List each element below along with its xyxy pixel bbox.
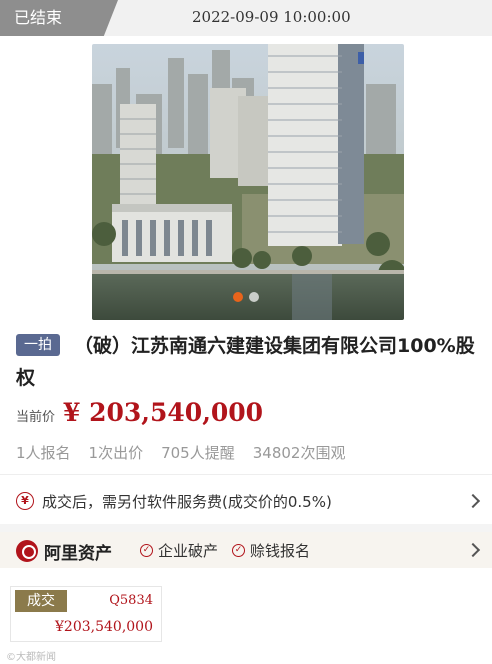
listing-title-block: 一拍 （破）江苏南通六建建设集团有限公司100%股权 <box>16 330 478 394</box>
deal-status-tag: 成交 <box>15 590 67 612</box>
tag-label: 企业破产 <box>158 542 219 560</box>
carousel-dot-2[interactable] <box>249 292 259 302</box>
check-circle-icon: ✓ <box>140 544 153 557</box>
service-fee-notice[interactable]: ¥ 成交后，需另付软件服务费(成交价的0.5%) <box>0 486 492 518</box>
current-price-row: 当前价 ¥ 203,540,000 <box>16 398 263 432</box>
chevron-right-icon <box>465 493 481 509</box>
divider <box>0 474 492 475</box>
end-time: 2022-09-09 10:00:00 <box>192 8 351 26</box>
watermark: ©大都新闻 <box>6 652 56 663</box>
ended-status-tag: 已结束 <box>0 0 118 36</box>
tag-enterprise-bankruptcy: ✓ 企业破产 <box>140 540 218 561</box>
stat-views: 34802次围观 <box>252 444 346 462</box>
property-photo-image <box>92 44 404 320</box>
platform-name: 阿里资产 <box>44 544 112 564</box>
status-bar: 已结束 2022-09-09 10:00:00 <box>0 0 492 36</box>
price-label: 当前价 <box>16 410 56 425</box>
service-fee-text: 成交后，需另付软件服务费(成交价的0.5%) <box>42 493 332 511</box>
tag-label: 赊钱报名 <box>250 542 311 560</box>
auction-stats: 1人报名 1次出价 705人提醒 34802次围观 <box>16 442 345 463</box>
auction-round-badge: 一拍 <box>16 334 60 356</box>
listing-title: （破）江苏南通六建建设集团有限公司100%股权 <box>16 335 475 389</box>
alibaba-assets-logo-icon <box>16 540 38 562</box>
deal-price: ¥203,540,000 <box>55 619 153 635</box>
stat-registrations: 1人报名 <box>16 444 71 462</box>
tag-credit-registration: ✓ 赊钱报名 <box>232 540 310 561</box>
yen-icon: ¥ <box>16 492 34 510</box>
deal-record-card[interactable]: 成交 Q5834 ¥203,540,000 <box>10 586 162 642</box>
platform-row[interactable]: 阿里资产 ✓ 企业破产 ✓ 赊钱报名 <box>0 532 492 568</box>
check-circle-icon: ✓ <box>232 544 245 557</box>
bidder-code: Q5834 <box>109 593 153 608</box>
chevron-right-icon <box>465 542 481 558</box>
section-gap <box>0 524 492 532</box>
stat-reminders: 705人提醒 <box>161 444 235 462</box>
stat-bids: 1次出价 <box>88 444 144 462</box>
property-photo[interactable] <box>92 44 404 320</box>
carousel-indicator[interactable] <box>233 292 259 302</box>
carousel-dot-1[interactable] <box>233 292 243 302</box>
current-price: ¥ 203,540,000 <box>63 398 264 427</box>
